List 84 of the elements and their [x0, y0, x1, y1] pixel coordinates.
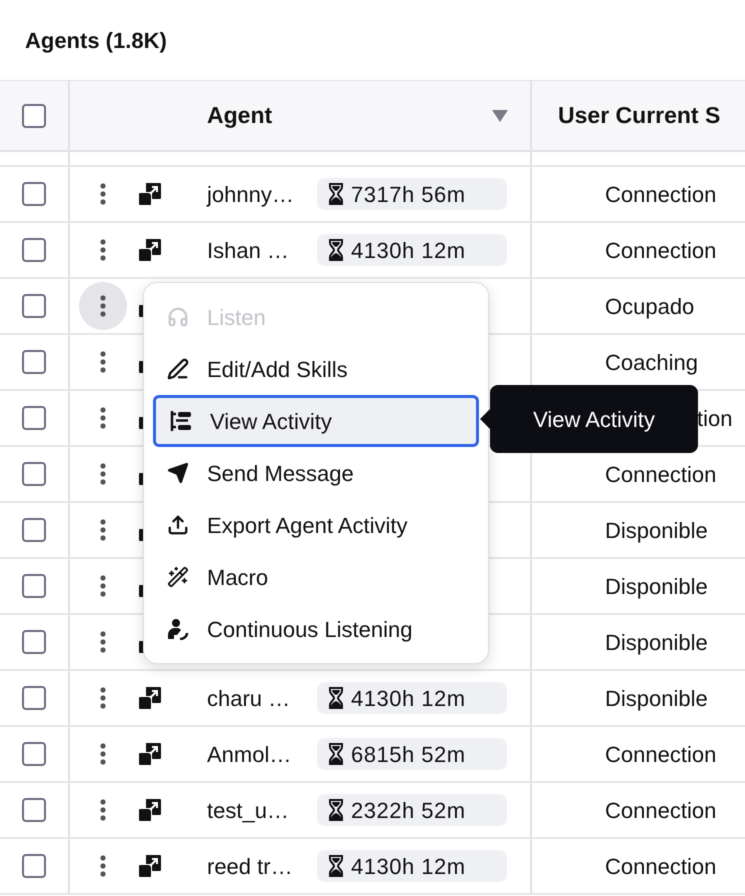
more-icon [100, 743, 106, 765]
status-text: Disponible [605, 684, 708, 713]
duration-badge: 4130h 12m [317, 682, 507, 714]
popout-icon[interactable] [138, 854, 162, 878]
agent-name[interactable]: charu … [207, 682, 307, 714]
more-icon [100, 239, 106, 261]
popout-icon[interactable] [138, 182, 162, 206]
sort-icon[interactable] [492, 110, 508, 122]
checkbox[interactable] [22, 518, 46, 542]
more-icon [100, 631, 106, 653]
status-text: Disponible [605, 516, 708, 545]
status-text: Connection [605, 852, 716, 880]
duration-badge: 4130h 12m [317, 234, 507, 266]
popout-icon[interactable] [138, 238, 162, 262]
duration-badge: 4130h 12m [317, 850, 507, 882]
agent-name[interactable]: test_u… [207, 794, 307, 826]
checkbox[interactable] [22, 798, 46, 822]
tooltip-pointer [480, 409, 490, 429]
hourglass-icon [329, 687, 343, 709]
popout-icon[interactable] [138, 798, 162, 822]
upload-icon [167, 514, 189, 536]
menu-item[interactable]: Edit/Add Skills [153, 343, 479, 395]
person-headset-icon [167, 618, 189, 640]
more-icon [100, 855, 106, 877]
hourglass-icon [329, 239, 343, 261]
status-text: tion [697, 404, 732, 432]
tooltip: View Activity [490, 385, 698, 453]
wand-icon [167, 566, 189, 588]
pen-icon [167, 358, 189, 380]
column-header[interactable]: User Current S [558, 98, 720, 133]
status-text: Connection [605, 180, 716, 208]
checkbox[interactable] [22, 182, 46, 206]
more-icon [100, 687, 106, 709]
popout-icon[interactable] [138, 686, 162, 710]
more-icon [100, 351, 106, 373]
popout-icon[interactable] [138, 742, 162, 766]
checkbox[interactable] [22, 294, 46, 318]
checkbox[interactable] [22, 630, 46, 654]
send-icon [167, 462, 189, 484]
more-icon [100, 519, 106, 541]
checkbox[interactable] [22, 104, 46, 128]
activity-list-icon [170, 410, 192, 432]
status-text: Connection [605, 740, 716, 768]
status-text: Disponible [605, 572, 708, 601]
checkbox[interactable] [22, 686, 46, 710]
checkbox[interactable] [22, 406, 46, 430]
checkbox[interactable] [22, 574, 46, 598]
menu-item[interactable]: Continuous Listening [153, 603, 479, 655]
status-text: Coaching [605, 348, 698, 377]
more-icon [100, 295, 106, 317]
checkbox[interactable] [22, 854, 46, 878]
more-icon [100, 463, 106, 485]
agent-name[interactable]: Anmol… [207, 738, 307, 770]
more-button[interactable] [79, 282, 127, 330]
menu-item[interactable]: Send Message [153, 447, 479, 499]
more-icon [100, 799, 106, 821]
hourglass-icon [329, 855, 343, 877]
more-icon [100, 407, 106, 429]
menu-item[interactable]: Export Agent Activity [153, 499, 479, 551]
menu-item[interactable]: Macro [153, 551, 479, 603]
headphones-icon [167, 306, 189, 328]
duration-badge: 6815h 52m [317, 738, 507, 770]
hourglass-icon [329, 183, 343, 205]
column-header[interactable]: Agent [207, 98, 272, 133]
checkbox[interactable] [22, 350, 46, 374]
status-text: Ocupado [605, 292, 694, 321]
page-title: Agents (1.8K) [25, 26, 167, 55]
menu-item[interactable]: View Activity [153, 395, 479, 447]
checkbox[interactable] [22, 462, 46, 486]
more-icon [100, 575, 106, 597]
hourglass-icon [329, 799, 343, 821]
duration-badge: 7317h 56m [317, 178, 507, 210]
hourglass-icon [329, 743, 343, 765]
checkbox[interactable] [22, 238, 46, 262]
agent-name[interactable]: reed tr… [207, 850, 307, 882]
status-text: Connection [605, 460, 716, 488]
status-text: Connection [605, 796, 716, 824]
more-icon [100, 183, 106, 205]
agent-name[interactable]: johnny… [207, 178, 307, 210]
duration-badge: 2322h 52m [317, 794, 507, 826]
status-text: Connection [605, 236, 716, 264]
checkbox[interactable] [22, 742, 46, 766]
status-text: Disponible [605, 628, 708, 657]
agent-name[interactable]: Ishan … [207, 234, 307, 266]
